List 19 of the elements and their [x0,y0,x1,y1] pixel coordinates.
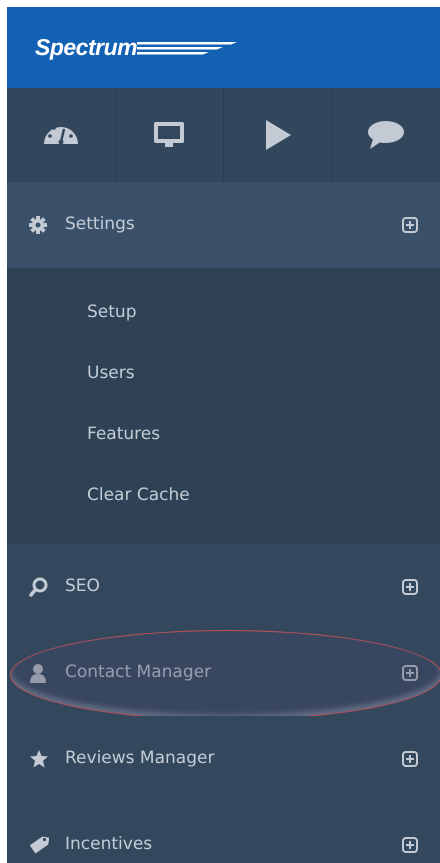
gear-icon [29,216,47,234]
monitor-icon [152,120,186,150]
expand-icon [402,837,418,853]
play-icon [264,119,292,151]
expand-icon [402,751,418,767]
submenu-item[interactable]: Setup [7,282,440,343]
expand-icon [402,579,418,595]
expand-icon [402,217,418,233]
submenu-item[interactable]: Features [7,404,440,465]
submenu-item[interactable]: Users [7,343,440,404]
expand-icon [402,665,418,681]
gauge-icon [42,126,79,144]
star-icon [29,749,49,769]
menu-item[interactable]: Settings [7,182,440,268]
chat-bubble-icon [367,120,406,150]
person-icon [29,663,47,683]
submenu-item[interactable]: Clear Cache [7,465,440,526]
tag-icon [29,835,49,855]
search-icon [29,577,49,597]
